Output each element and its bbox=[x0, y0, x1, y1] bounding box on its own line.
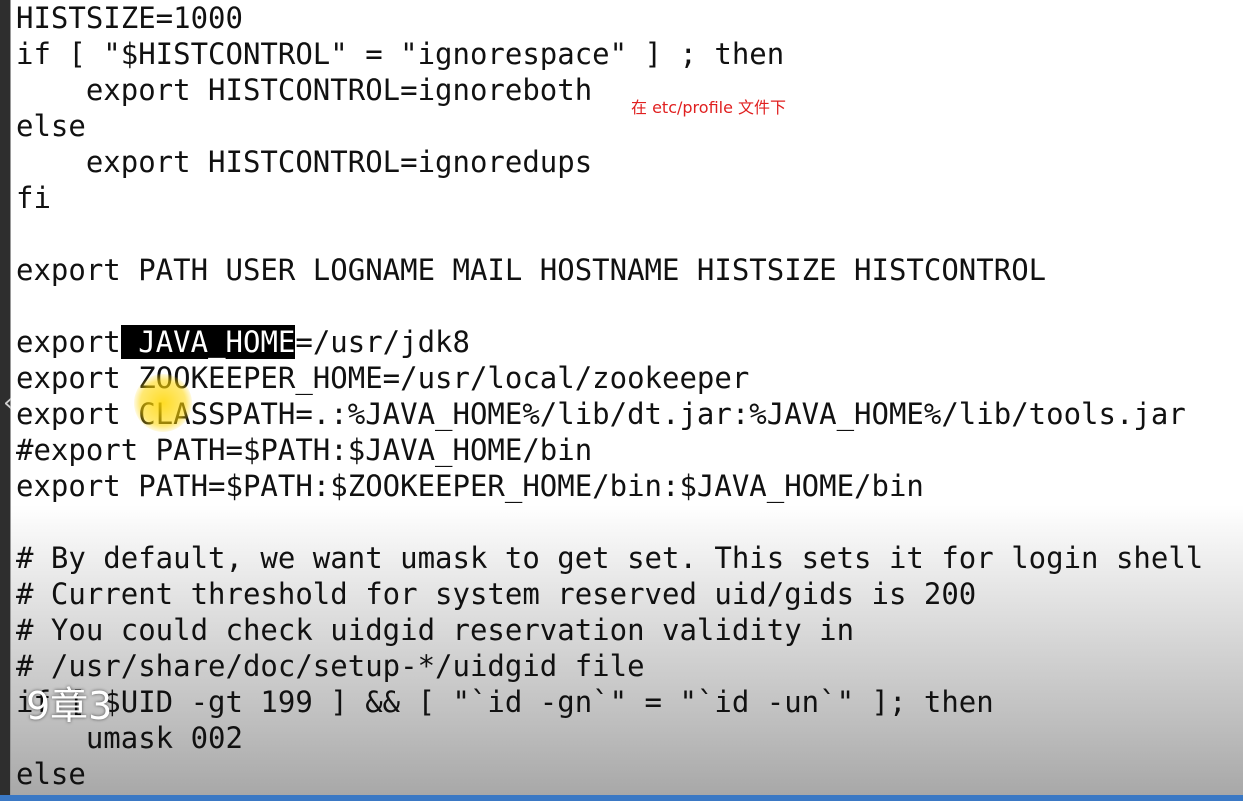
editor-line-20[interactable]: if [ $UID -gt 199 ] && [ "`id -gn`" = "`… bbox=[16, 684, 1236, 720]
chapter-overlay-label: 9章3 bbox=[26, 684, 113, 728]
editor-line-8[interactable]: export PATH USER LOGNAME MAIL HOSTNAME H… bbox=[16, 252, 1236, 288]
java-line-suffix: =/usr/jdk8 bbox=[295, 325, 470, 359]
editor-line-17[interactable]: # Current threshold for system reserved … bbox=[16, 576, 1236, 612]
editor-line-11[interactable]: export ZOOKEEPER_HOME=/usr/local/zookeep… bbox=[16, 360, 1236, 396]
chevron-left-icon[interactable]: ‹ bbox=[3, 388, 13, 418]
editor-line-3[interactable]: export HISTCONTROL=ignoreboth bbox=[16, 72, 1236, 108]
vim-editor-buffer[interactable]: HISTSIZE=1000 if [ "$HISTCONTROL" = "ign… bbox=[16, 0, 1236, 792]
editor-line-6[interactable]: fi bbox=[16, 180, 1236, 216]
editor-line-19[interactable]: # /usr/share/doc/setup-*/uidgid file bbox=[16, 648, 1236, 684]
editor-line-9[interactable] bbox=[16, 288, 1236, 324]
editor-line-13[interactable]: #export PATH=$PATH:$JAVA_HOME/bin bbox=[16, 432, 1236, 468]
editor-line-18[interactable]: # You could check uidgid reservation val… bbox=[16, 612, 1236, 648]
editor-line-2[interactable]: if [ "$HISTCONTROL" = "ignorespace" ] ; … bbox=[16, 36, 1236, 72]
editor-line-21[interactable]: umask 002 bbox=[16, 720, 1236, 756]
cursor-highlight-icon bbox=[134, 374, 192, 432]
editor-line-5[interactable]: export HISTCONTROL=ignoredups bbox=[16, 144, 1236, 180]
editor-line-22[interactable]: else bbox=[16, 756, 1236, 792]
editor-line-14[interactable]: export PATH=$PATH:$ZOOKEEPER_HOME/bin:$J… bbox=[16, 468, 1236, 504]
editor-line-15[interactable] bbox=[16, 504, 1236, 540]
editor-line-4[interactable]: else bbox=[16, 108, 1236, 144]
editor-line-1[interactable]: HISTSIZE=1000 bbox=[16, 0, 1236, 36]
editor-line-7[interactable] bbox=[16, 216, 1236, 252]
java-line-prefix: export bbox=[16, 325, 121, 359]
annotation-note: 在 etc/profile 文件下 bbox=[631, 98, 787, 117]
bottom-status-bar bbox=[0, 795, 1243, 801]
editor-line-java-home[interactable]: export JAVA_HOME=/usr/jdk8 bbox=[16, 324, 1236, 360]
editor-line-16[interactable]: # By default, we want umask to get set. … bbox=[16, 540, 1236, 576]
selected-text[interactable]: JAVA_HOME bbox=[120, 325, 296, 359]
terminal-screen: HISTSIZE=1000 if [ "$HISTCONTROL" = "ign… bbox=[0, 0, 1243, 801]
editor-line-12[interactable]: export CLASSPATH=.:%JAVA_HOME%/lib/dt.ja… bbox=[16, 396, 1236, 432]
